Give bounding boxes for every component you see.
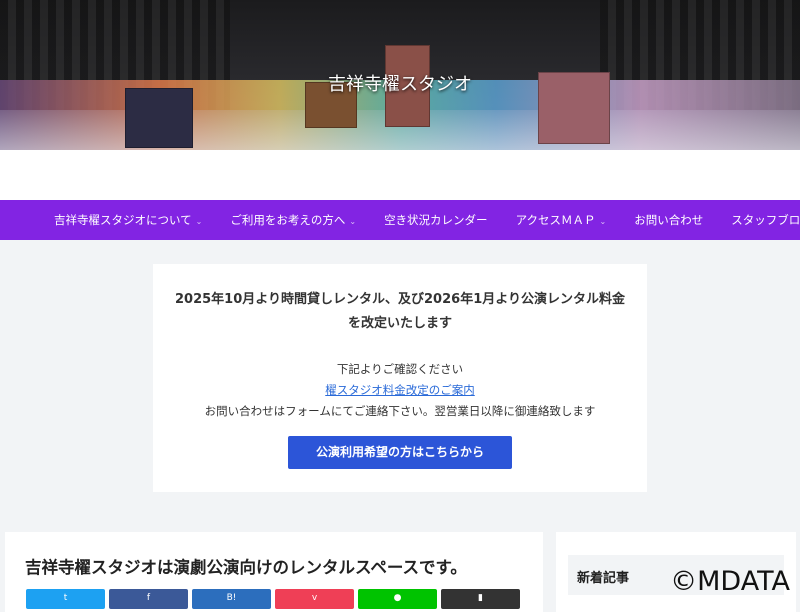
share-twitter-button[interactable]: t	[26, 589, 105, 609]
notice-box: 2025年10月より時間貸しレンタル、及び2026年1月より公演レンタル料金を改…	[153, 264, 647, 492]
nav-item-0[interactable]: 吉祥寺櫂スタジオについて ⌄	[40, 212, 216, 228]
main-content: 吉祥寺櫂スタジオは演劇公演向けのレンタルスペースです。 t f B! v ● ▮	[5, 532, 543, 612]
performance-inquiry-button[interactable]: 公演利用希望の方はこちらから	[288, 436, 512, 469]
nav-item-label: ご利用をお考えの方へ	[230, 213, 346, 227]
nav-item-1[interactable]: ご利用をお考えの方へ ⌄	[216, 212, 370, 228]
chevron-down-icon: ⌄	[599, 217, 607, 226]
nav-item-3[interactable]: アクセスＭＡＰ ⌄	[502, 212, 621, 228]
nav-item-label: スタッフブログ	[731, 213, 800, 227]
header-image: 吉祥寺櫂スタジオ	[0, 0, 800, 150]
page-heading: 吉祥寺櫂スタジオは演劇公演向けのレンタルスペースです。	[25, 558, 467, 577]
contact-text: お問い合わせはフォームにてご連絡下さい。翌営業日以降に御連絡致します	[204, 404, 596, 418]
notice-text: 下記よりご確認ください	[336, 362, 464, 376]
share-buttons: t f B! v ● ▮	[26, 589, 520, 609]
nav-item-label: お問い合わせ	[634, 213, 704, 227]
nav-item-label: アクセスＭＡＰ	[515, 213, 596, 227]
share-copy-button[interactable]: ▮	[441, 589, 520, 609]
nav-item-label: 空き状況カレンダー	[384, 213, 488, 227]
share-hatena-button[interactable]: B!	[192, 589, 271, 609]
share-pocket-button[interactable]: v	[275, 589, 354, 609]
main-nav: 吉祥寺櫂スタジオについて ⌄ ご利用をお考えの方へ ⌄ 空き状況カレンダー アクセスＭＡＰ…	[0, 200, 800, 240]
notice-title: 2025年10月より時間貸しレンタル、及び2026年1月より公演レンタル料金を改…	[175, 292, 625, 331]
nav-item-4[interactable]: お問い合わせ	[620, 212, 717, 228]
watermark: ©MDATA	[670, 566, 790, 597]
nav-item-label: 吉祥寺櫂スタジオについて	[54, 213, 192, 227]
share-line-button[interactable]: ●	[358, 589, 437, 609]
chevron-down-icon: ⌄	[195, 217, 203, 226]
nav-item-2[interactable]: 空き状況カレンダー	[370, 212, 502, 228]
share-facebook-button[interactable]: f	[109, 589, 188, 609]
site-title[interactable]: 吉祥寺櫂スタジオ	[0, 70, 800, 96]
header-spacer	[0, 150, 800, 200]
nav-item-5[interactable]: スタッフブログ	[717, 212, 800, 228]
chevron-down-icon: ⌄	[349, 217, 357, 226]
price-revision-link[interactable]: 櫂スタジオ料金改定のご案内	[153, 380, 647, 401]
